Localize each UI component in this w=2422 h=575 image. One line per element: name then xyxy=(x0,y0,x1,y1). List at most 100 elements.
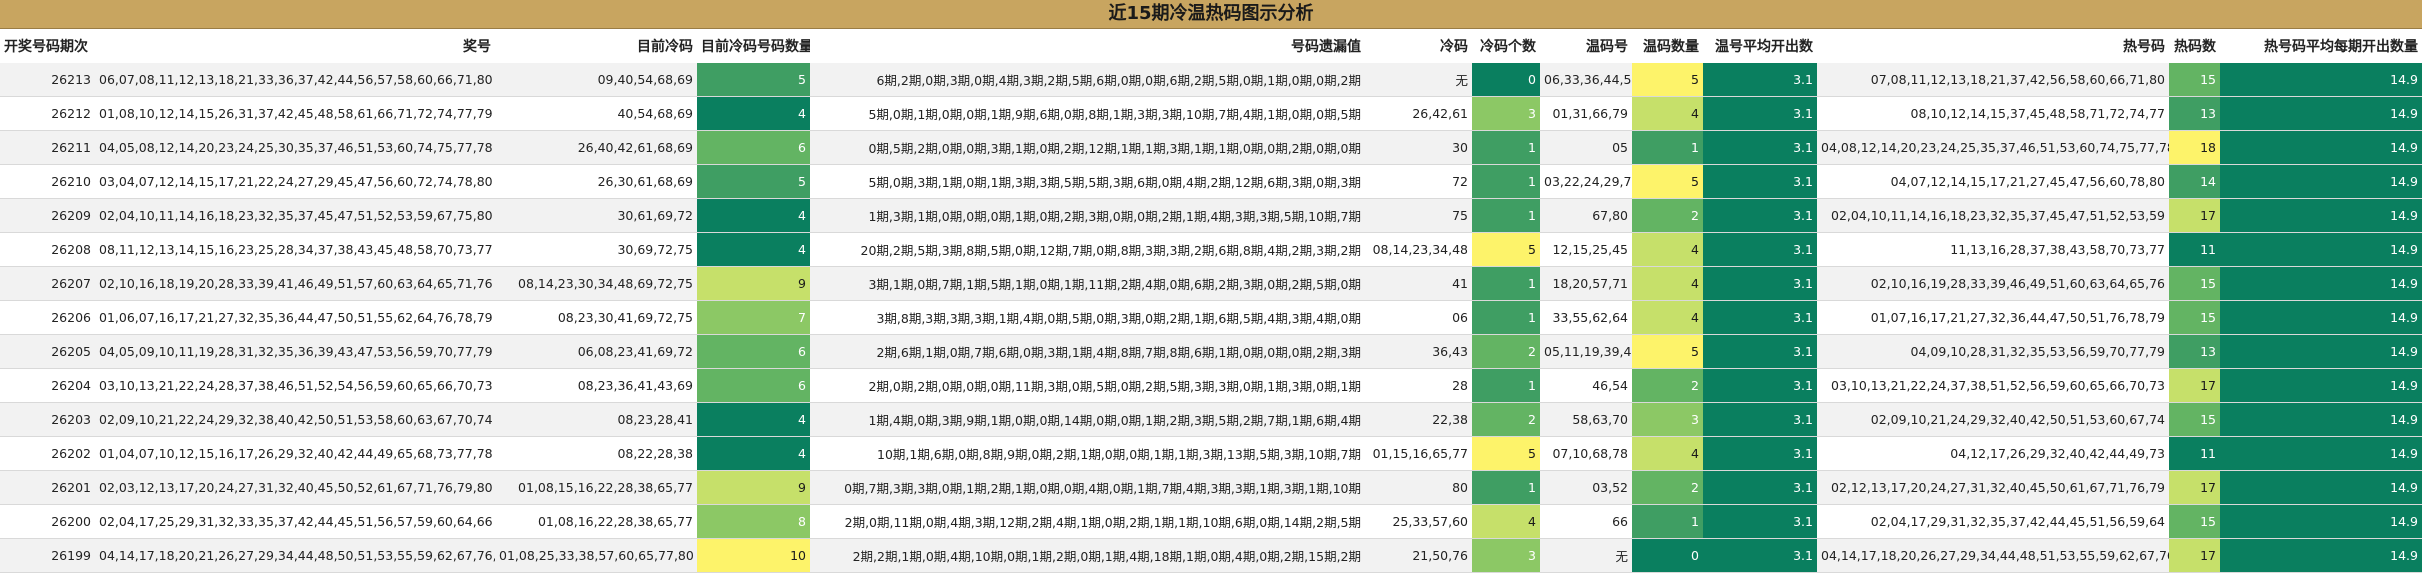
cell-hot-count: 17 xyxy=(2169,470,2220,505)
cell-warm-count: 4 xyxy=(1632,96,1703,131)
cell-current-cold-count: 6 xyxy=(697,130,810,165)
cell-warm: 无 xyxy=(1540,538,1632,573)
cell-hot-avg: 14.9 xyxy=(2220,470,2422,505)
cell-cold: 08,14,23,34,48 xyxy=(1365,232,1472,267)
table-row: 26202 01,04,07,10,12,15,16,17,26,29,32,40… xyxy=(0,436,2422,471)
page-title: 近15期冷温热码图示分析 xyxy=(0,0,2422,29)
cell-warm-avg: 3.1 xyxy=(1703,368,1817,403)
cell-warm: 06,33,36,44,57 xyxy=(1540,63,1632,97)
cell-warm: 33,55,62,64 xyxy=(1540,300,1632,335)
cell-hot: 02,09,10,21,24,29,32,40,42,50,51,53,60,6… xyxy=(1817,402,2169,437)
cell-hot-count: 17 xyxy=(2169,198,2220,233)
cell-hot: 04,12,17,26,29,32,40,42,44,49,73 xyxy=(1817,436,2169,471)
cell-cold-count: 4 xyxy=(1472,504,1540,539)
col-header-cold: 冷码 xyxy=(1365,29,1472,63)
cell-current-cold-count: 10 xyxy=(697,538,810,573)
cell-cold: 72 xyxy=(1365,164,1472,199)
cell-warm-count: 1 xyxy=(1632,504,1703,539)
cell-hot: 02,10,16,19,28,33,39,46,49,51,60,63,64,6… xyxy=(1817,266,2169,301)
cell-miss-values: 3期,1期,0期,7期,1期,5期,1期,0期,1期,11期,2期,4期,0期,… xyxy=(810,266,1365,301)
cell-warm-avg: 3.1 xyxy=(1703,232,1817,267)
cell-current-cold: 09,40,54,68,69 xyxy=(495,63,697,97)
cell-period: 26200 xyxy=(0,504,95,539)
cell-warm: 58,63,70 xyxy=(1540,402,1632,437)
cell-period: 26211 xyxy=(0,130,95,165)
cell-hot-avg: 14.9 xyxy=(2220,300,2422,335)
cell-miss-values: 0期,5期,2期,0期,0期,3期,1期,0期,2期,12期,1期,1期,3期,… xyxy=(810,130,1365,165)
col-header-hot: 热号码 xyxy=(1817,29,2169,63)
table-row: 26200 02,04,17,25,29,31,32,33,35,37,42,44… xyxy=(0,504,2422,539)
cell-hot-count: 13 xyxy=(2169,334,2220,369)
cell-cold-count: 2 xyxy=(1472,402,1540,437)
cell-current-cold-count: 4 xyxy=(697,232,810,267)
cell-warm-count: 5 xyxy=(1632,334,1703,369)
cell-numbers: 04,05,08,12,14,20,23,24,25,30,35,37,46,5… xyxy=(95,130,495,165)
table-row: 26207 02,10,16,18,19,20,28,33,39,41,46,49… xyxy=(0,266,2422,301)
cell-hot-count: 15 xyxy=(2169,300,2220,335)
cell-hot-count: 11 xyxy=(2169,232,2220,267)
table-row: 26206 01,06,07,16,17,21,27,32,35,36,44,47… xyxy=(0,300,2422,335)
cell-hot-count: 11 xyxy=(2169,436,2220,471)
cell-cold-count: 3 xyxy=(1472,96,1540,131)
cell-cold: 75 xyxy=(1365,198,1472,233)
cell-hot: 11,13,16,28,37,38,43,58,70,73,77 xyxy=(1817,232,2169,267)
cell-warm-count: 4 xyxy=(1632,266,1703,301)
cell-current-cold: 08,23,36,41,43,69 xyxy=(495,368,697,403)
cell-hot-count: 17 xyxy=(2169,368,2220,403)
table-header-row: 开奖号码期次 奖号 目前冷码 目前冷码号码数量 号码遗漏值 冷码 冷码个数 温码… xyxy=(0,29,2422,63)
table-row: 26204 03,10,13,21,22,24,28,37,38,46,51,52… xyxy=(0,368,2422,403)
cell-cold-count: 1 xyxy=(1472,266,1540,301)
cell-period: 26205 xyxy=(0,334,95,369)
cell-warm: 05 xyxy=(1540,130,1632,165)
cell-current-cold: 08,23,28,41 xyxy=(495,402,697,437)
cell-cold: 26,42,61 xyxy=(1365,96,1472,131)
table-row: 26208 08,11,12,13,14,15,16,23,25,28,34,37… xyxy=(0,232,2422,267)
cell-cold-count: 5 xyxy=(1472,232,1540,267)
cell-warm-avg: 3.1 xyxy=(1703,470,1817,505)
cell-numbers: 08,11,12,13,14,15,16,23,25,28,34,37,38,4… xyxy=(95,232,495,267)
cell-period: 26202 xyxy=(0,436,95,471)
analysis-table: 开奖号码期次 奖号 目前冷码 目前冷码号码数量 号码遗漏值 冷码 冷码个数 温码… xyxy=(0,29,2422,573)
cell-miss-values: 1期,4期,0期,3期,9期,1期,0期,0期,14期,0期,0期,1期,2期,… xyxy=(810,402,1365,437)
cell-warm: 03,52 xyxy=(1540,470,1632,505)
cell-hot: 02,04,17,29,31,32,35,37,42,44,45,51,56,5… xyxy=(1817,504,2169,539)
cell-warm-avg: 3.1 xyxy=(1703,266,1817,301)
cell-hot: 04,14,17,18,20,26,27,29,34,44,48,51,53,5… xyxy=(1817,538,2169,573)
cell-current-cold-count: 5 xyxy=(697,63,810,97)
cell-numbers: 02,04,17,25,29,31,32,33,35,37,42,44,45,5… xyxy=(95,504,495,539)
cell-numbers: 06,07,08,11,12,13,18,21,33,36,37,42,44,5… xyxy=(95,63,495,97)
cell-period: 26203 xyxy=(0,402,95,437)
cell-current-cold-count: 7 xyxy=(697,300,810,335)
cell-hot: 04,07,12,14,15,17,21,27,45,47,56,60,78,8… xyxy=(1817,164,2169,199)
cell-hot-avg: 14.9 xyxy=(2220,130,2422,165)
cell-numbers: 04,14,17,18,20,21,26,27,29,34,44,48,50,5… xyxy=(95,538,495,573)
cell-miss-values: 5期,0期,1期,0期,0期,1期,9期,6期,0期,8期,1期,3期,3期,1… xyxy=(810,96,1365,131)
cell-miss-values: 20期,2期,5期,3期,8期,5期,0期,12期,7期,0期,8期,3期,3期… xyxy=(810,232,1365,267)
cell-period: 26213 xyxy=(0,63,95,97)
table-body: 26213 06,07,08,11,12,13,18,21,33,36,37,42… xyxy=(0,63,2422,573)
cell-current-cold-count: 6 xyxy=(697,368,810,403)
cell-hot: 08,10,12,14,15,37,45,48,58,71,72,74,77 xyxy=(1817,96,2169,131)
table-row: 26212 01,08,10,12,14,15,26,31,37,42,45,48… xyxy=(0,96,2422,131)
table-row: 26209 02,04,10,11,14,16,18,23,32,35,37,45… xyxy=(0,198,2422,233)
cell-period: 26208 xyxy=(0,232,95,267)
cell-period: 26212 xyxy=(0,96,95,131)
cell-miss-values: 2期,0期,11期,0期,4期,3期,12期,2期,4期,1期,0期,2期,1期… xyxy=(810,504,1365,539)
col-header-miss-values: 号码遗漏值 xyxy=(810,29,1365,63)
cell-period: 26210 xyxy=(0,164,95,199)
cell-hot-avg: 14.9 xyxy=(2220,63,2422,97)
cell-warm: 12,15,25,45 xyxy=(1540,232,1632,267)
cell-warm-avg: 3.1 xyxy=(1703,436,1817,471)
cell-hot-avg: 14.9 xyxy=(2220,504,2422,539)
cell-hot-avg: 14.9 xyxy=(2220,402,2422,437)
cell-current-cold: 26,30,61,68,69 xyxy=(495,164,697,199)
cell-hot: 02,04,10,11,14,16,18,23,32,35,37,45,47,5… xyxy=(1817,198,2169,233)
col-header-period: 开奖号码期次 xyxy=(0,29,95,63)
cell-warm-count: 1 xyxy=(1632,130,1703,165)
table-row: 26201 02,03,12,13,17,20,24,27,31,32,40,45… xyxy=(0,470,2422,505)
col-header-current-cold: 目前冷码 xyxy=(495,29,697,63)
cell-miss-values: 6期,2期,0期,3期,0期,4期,3期,2期,5期,6期,0期,0期,6期,2… xyxy=(810,63,1365,97)
cell-cold: 30 xyxy=(1365,130,1472,165)
cell-warm-avg: 3.1 xyxy=(1703,63,1817,97)
cell-miss-values: 10期,1期,6期,0期,8期,9期,0期,2期,1期,0期,0期,1期,1期,… xyxy=(810,436,1365,471)
